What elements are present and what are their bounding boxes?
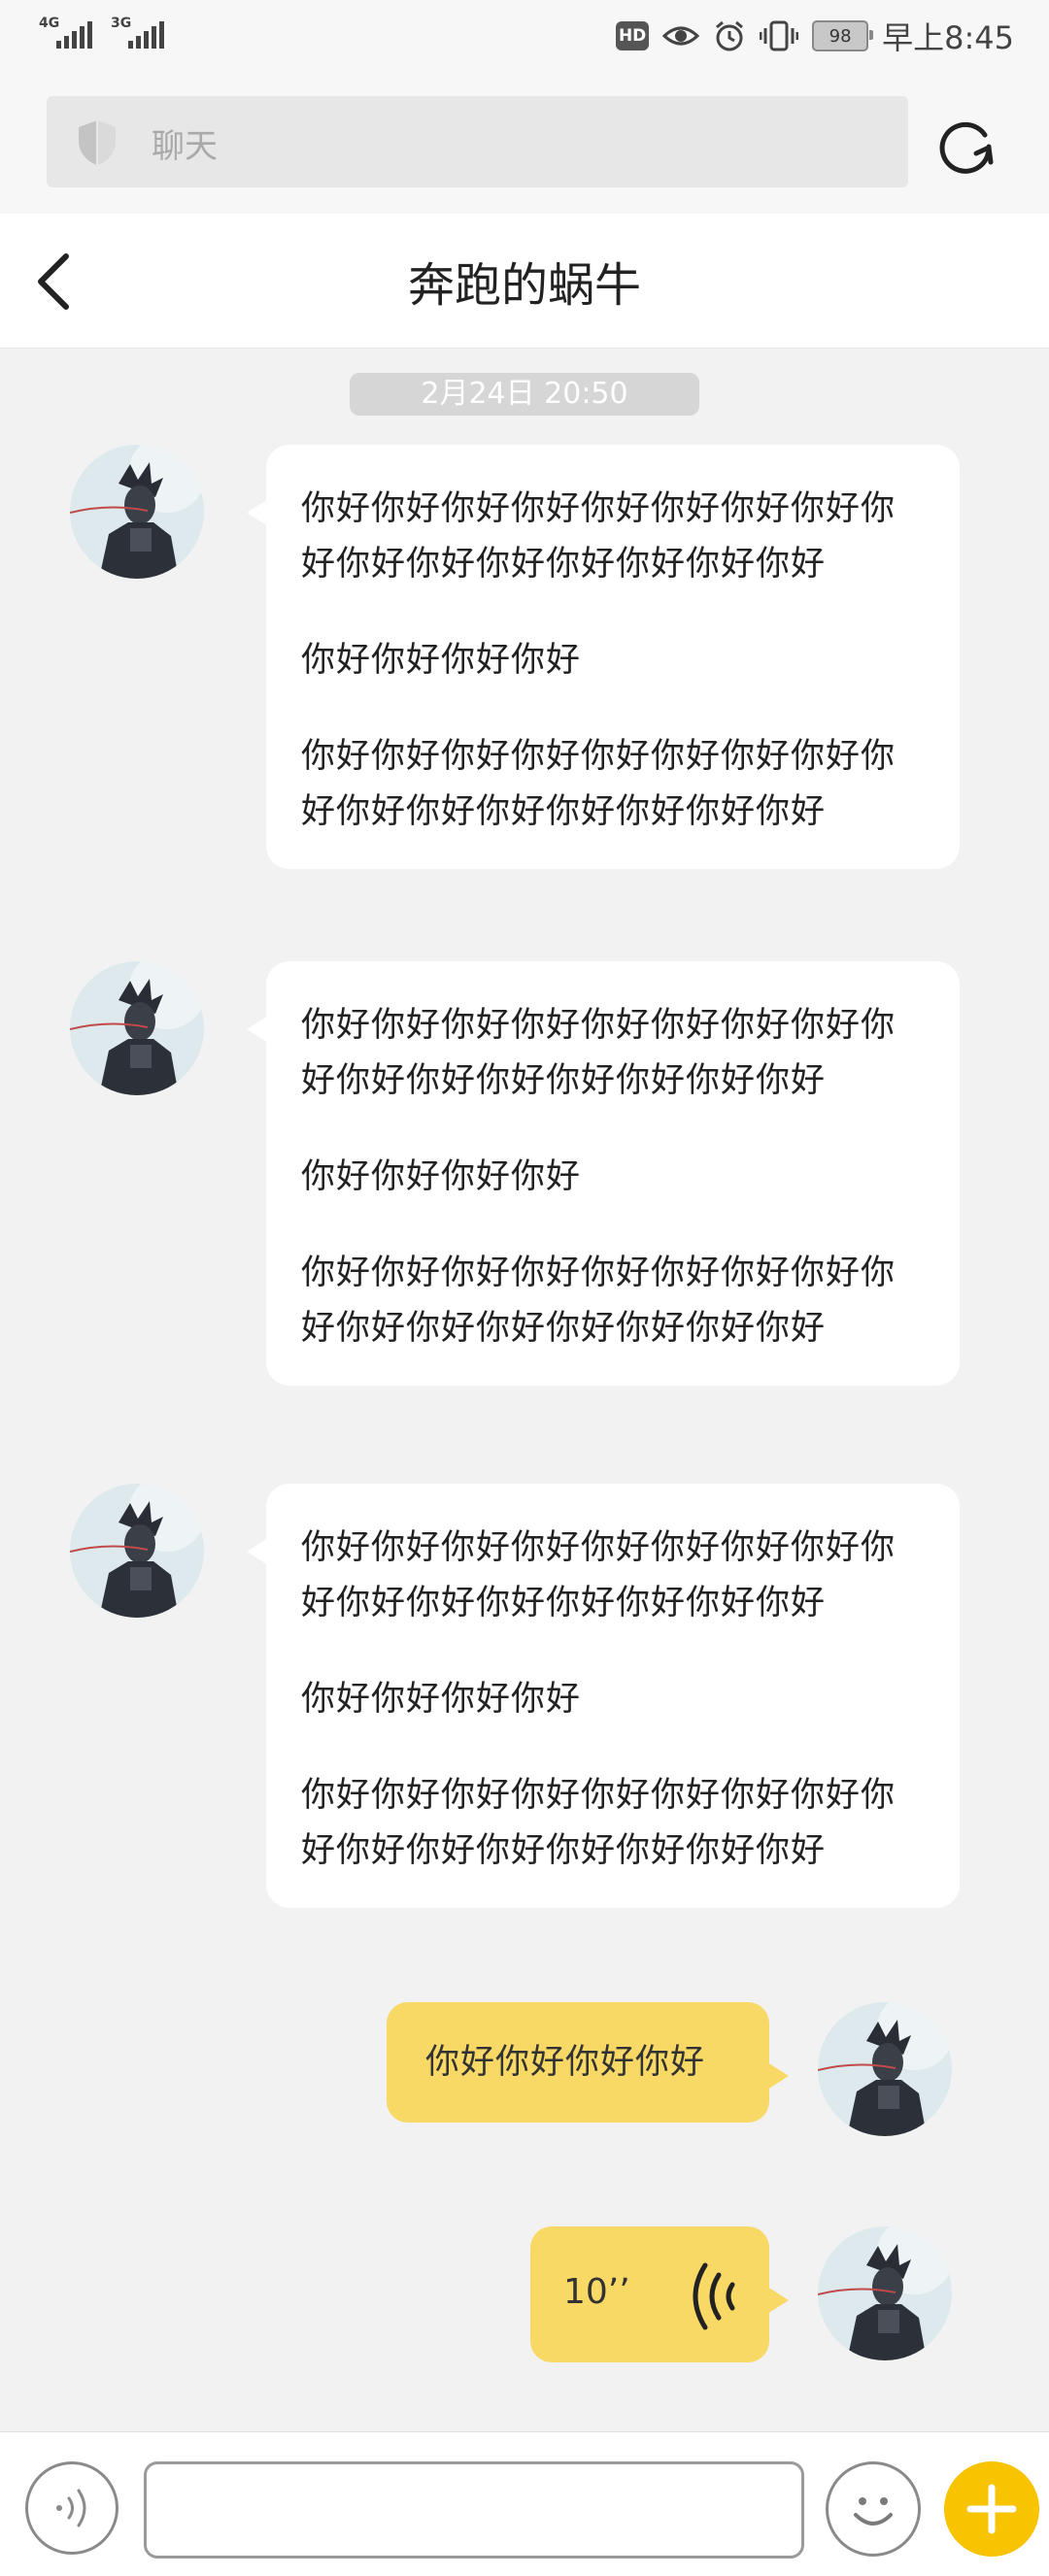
signal-3g-icon: 3G (111, 14, 165, 52)
status-bar: 4G 3G HD 98 早上8:45 (0, 0, 1049, 73)
message-paragraph: 你好你好你好你好你好你好你好你好你好你好你好你好你好你好你好你好 (301, 489, 897, 584)
message-paragraph: 你好你好你好你好你好你好你好你好你好你好你好你好你好你好你好你好 (301, 1528, 897, 1623)
incoming-message-bubble[interactable]: 你好你好你好你好你好你好你好你好你好你好你好你好你好你好你好你好 你好你好你好你… (247, 1484, 960, 1908)
add-attachment-button[interactable] (944, 2461, 1039, 2557)
message-input-bar (0, 2431, 1049, 2576)
self-avatar[interactable] (818, 2226, 952, 2360)
battery-level: 98 (829, 25, 852, 47)
chat-header: 奔跑的蜗牛 (0, 214, 1049, 349)
battery-icon: 98 (812, 20, 874, 51)
message-paragraph: 你好你好你好你好你好你好你好你好你好你好你好你好你好你好你好你好 (301, 1006, 897, 1100)
voice-message-bubble[interactable]: 10’’ (530, 2226, 789, 2362)
eye-icon (662, 22, 700, 50)
contact-avatar[interactable] (70, 445, 204, 579)
search-input[interactable]: 聊天 (47, 96, 908, 187)
message-paragraph: 你好你好你好你好你好你好你好你好你好你好你好你好你好你好你好你好 (301, 1776, 897, 1870)
hd-icon: HD (616, 21, 650, 50)
message-paragraph: 你好你好你好你好你好你好你好你好你好你好你好你好你好你好你好你好 (301, 737, 897, 831)
message-paragraph: 你好你好你好你好 (301, 641, 582, 680)
incoming-message-bubble[interactable]: 你好你好你好你好你好你好你好你好你好你好你好你好你好你好你好你好 你好你好你好你… (247, 961, 960, 1386)
vibrate-icon (760, 19, 799, 52)
search-row: 聊天 (0, 73, 1049, 214)
shield-icon (74, 117, 120, 172)
message-input[interactable] (144, 2461, 804, 2559)
signal-4g-icon: 4G (39, 14, 93, 52)
contact-avatar[interactable] (70, 1484, 204, 1618)
message-paragraph: 你好你好你好你好你好你好你好你好你好你好你好你好你好你好你好你好 (301, 1254, 897, 1348)
refresh-icon[interactable] (934, 114, 997, 180)
outgoing-message-bubble[interactable]: 你好你好你好你好 (387, 2002, 789, 2123)
contact-avatar[interactable] (70, 961, 204, 1095)
message-paragraph: 你好你好你好你好 (301, 1680, 582, 1719)
smiley-icon (854, 2497, 893, 2526)
clock-time: 早上8:45 (882, 19, 1014, 56)
outgoing-message-text: 你好你好你好你好 (425, 2043, 706, 2082)
plus-icon (966, 2484, 1017, 2534)
chat-title: 奔跑的蜗牛 (407, 258, 641, 313)
search-placeholder: 聊天 (152, 127, 218, 166)
voice-duration: 10’’ (563, 2272, 630, 2312)
voice-icon (56, 2489, 86, 2527)
voice-input-button[interactable] (25, 2461, 118, 2555)
emoji-button[interactable] (826, 2461, 921, 2557)
voice-wave-icon (686, 2261, 740, 2340)
message-paragraph: 你好你好你好你好 (301, 1157, 582, 1196)
message-timestamp: 2月24日 20:50 (350, 373, 699, 416)
incoming-message-bubble[interactable]: 你好你好你好你好你好你好你好你好你好你好你好你好你好你好你好你好 你好你好你好你… (247, 445, 960, 869)
self-avatar[interactable] (818, 2002, 952, 2136)
alarm-icon (713, 19, 746, 52)
